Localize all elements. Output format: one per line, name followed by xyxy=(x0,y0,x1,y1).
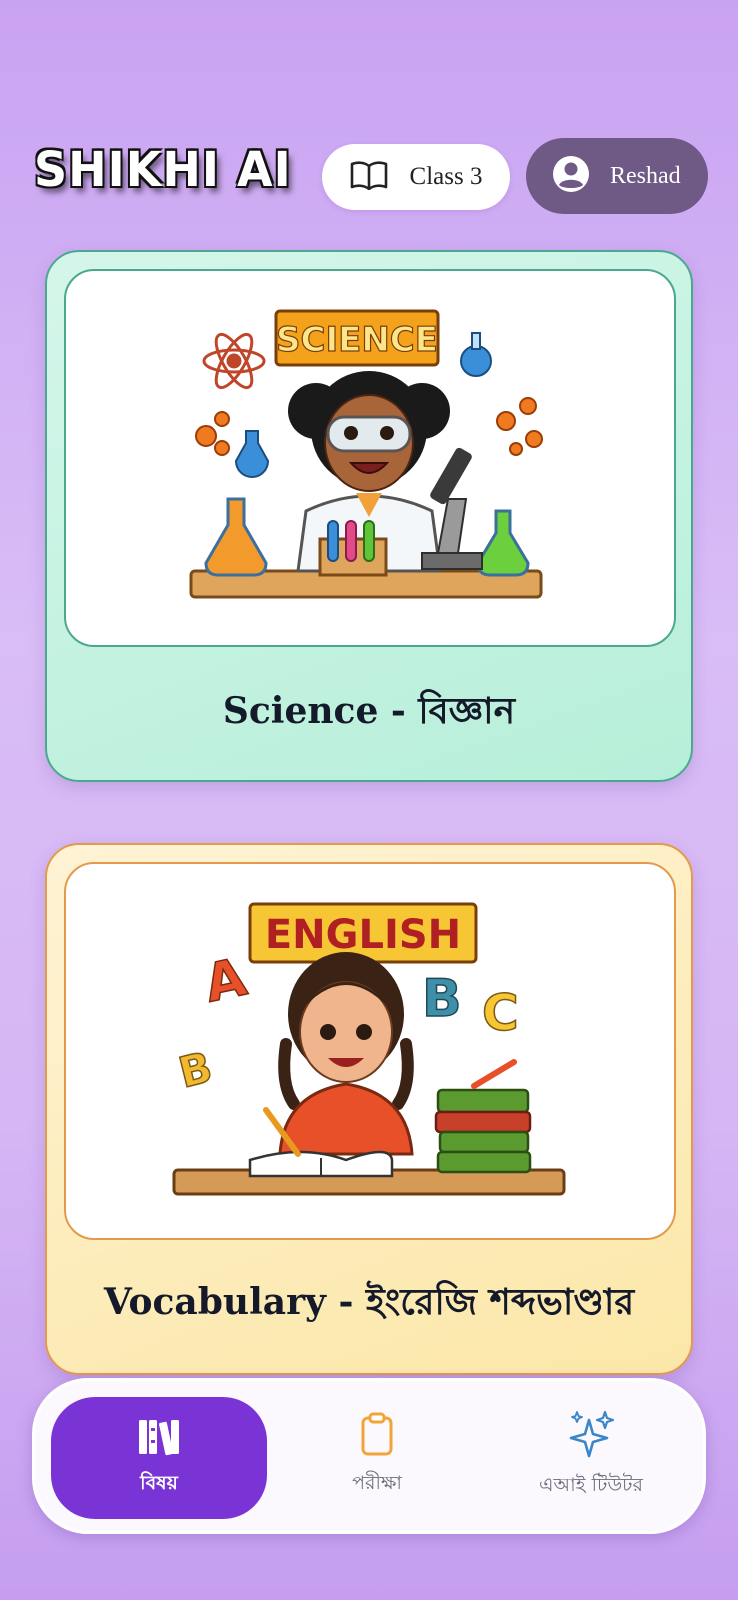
app-logo: SHIKHI AI xyxy=(34,140,292,198)
sparkles-icon xyxy=(567,1410,615,1463)
class-label: Class 3 xyxy=(409,163,483,190)
science-banner-text: SCIENCE xyxy=(276,320,438,360)
user-profile-button[interactable]: Reshad xyxy=(526,138,708,214)
user-avatar-icon xyxy=(552,155,590,198)
class-selector-button[interactable]: Class 3 xyxy=(322,144,510,210)
bottom-navigation: বিষয় পরীক্ষা এআই টিউটর xyxy=(32,1378,706,1534)
subject-title-science: Science - বিজ্ঞান xyxy=(222,690,516,732)
svg-text:B: B xyxy=(174,1042,217,1097)
english-illustration: ENGLISH A B B C xyxy=(64,862,676,1240)
nav-label-subjects: বিষয় xyxy=(140,1471,178,1494)
subject-card-science[interactable]: SCIENCE Science - বিজ্ঞান xyxy=(45,250,693,782)
svg-text:C: C xyxy=(482,984,519,1042)
open-book-icon xyxy=(350,160,388,195)
subject-card-vocabulary[interactable]: ENGLISH A B B C Vocabulary - ইংরেজি শব্দ… xyxy=(45,843,693,1375)
nav-tab-exam[interactable]: পরীক্ষা xyxy=(297,1381,457,1531)
svg-text:A: A xyxy=(200,948,252,1015)
user-name: Reshad xyxy=(610,162,681,189)
subject-title-vocabulary: Vocabulary - ইংরেজি শব্দভাণ্ডার xyxy=(103,1281,635,1323)
nav-tab-subjects[interactable]: বিষয় xyxy=(51,1397,267,1519)
nav-label-ai-tutor: এআই টিউটর xyxy=(539,1473,643,1496)
nav-label-exam: পরীক্ষা xyxy=(352,1471,402,1494)
clipboard-icon xyxy=(360,1412,394,1461)
english-banner-text: ENGLISH xyxy=(265,912,461,958)
library-books-icon xyxy=(137,1416,181,1461)
science-illustration: SCIENCE xyxy=(64,269,676,647)
nav-tab-ai-tutor[interactable]: এআই টিউটর xyxy=(491,1381,691,1531)
svg-text:B: B xyxy=(422,969,462,1029)
